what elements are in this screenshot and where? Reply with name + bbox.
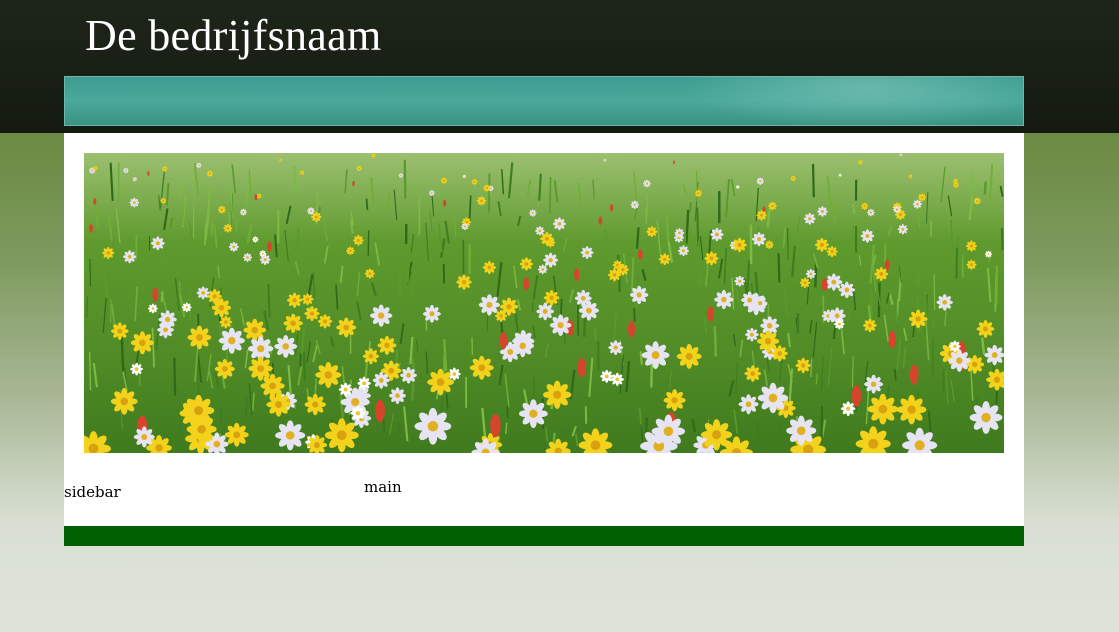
- main-content: main: [364, 478, 402, 496]
- footer: [64, 526, 1024, 546]
- site-title: De bedrijfsnaam: [85, 11, 382, 60]
- banner-image: [84, 153, 1004, 453]
- navigation-bar[interactable]: [64, 76, 1024, 126]
- meadow-illustration: [84, 153, 1004, 453]
- content-area: sidebar main: [64, 133, 1024, 526]
- sidebar: sidebar: [64, 483, 121, 501]
